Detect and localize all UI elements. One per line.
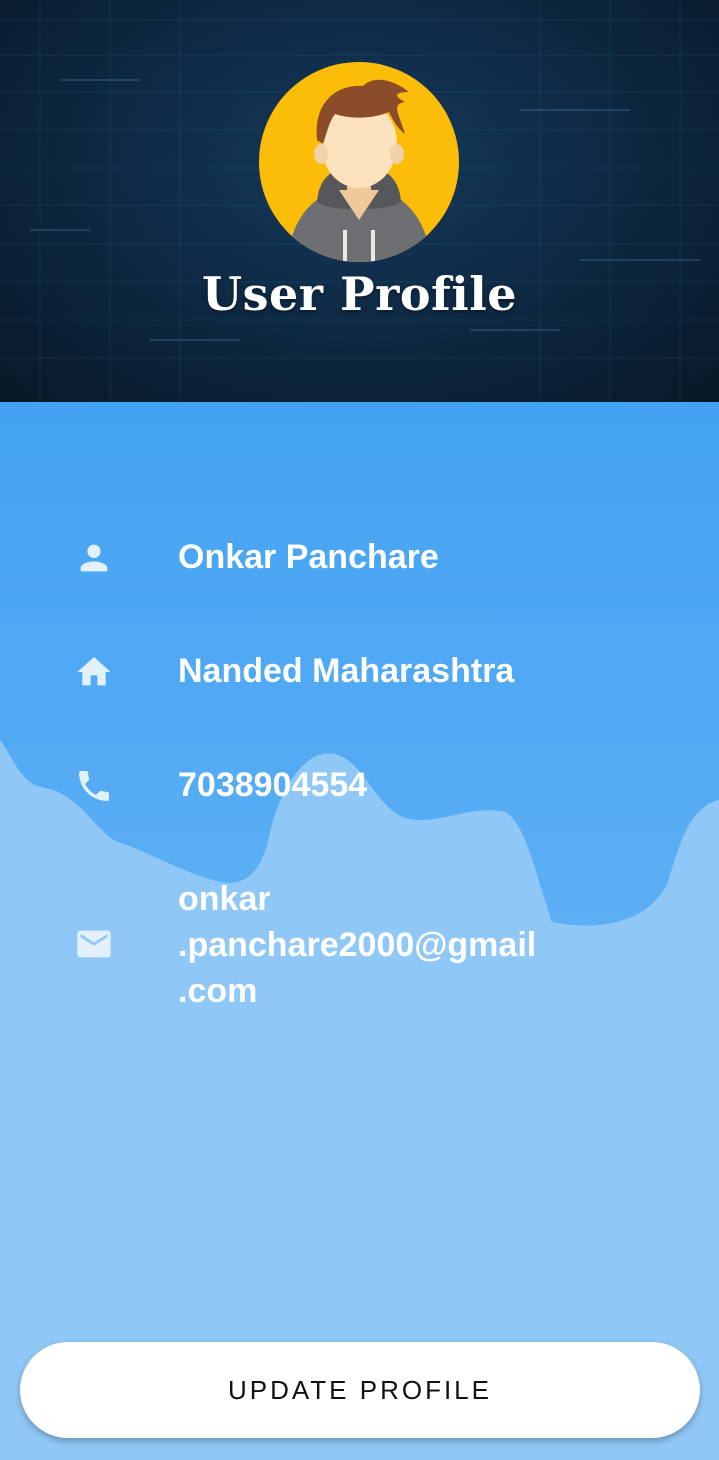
phone-icon	[79, 771, 109, 801]
email-line: .panchare2000@gmail	[178, 926, 537, 964]
name-row: Onkar Panchare	[0, 530, 719, 586]
address-row: Nanded Maharashtra	[0, 644, 719, 700]
user-address: Nanded Maharashtra	[178, 652, 515, 690]
mail-icon	[77, 930, 111, 958]
email-row: onkar .panchare2000@gmail .com	[0, 876, 719, 1024]
email-line: onkar	[178, 880, 271, 918]
person-icon	[80, 544, 108, 572]
update-profile-label: UPDATE PROFILE	[227, 1374, 492, 1405]
phone-row: 7038904554	[0, 758, 719, 814]
avatar	[259, 62, 459, 262]
profile-details: Onkar Panchare Nanded Maharashtra 703890…	[0, 402, 719, 1460]
update-profile-button[interactable]: UPDATE PROFILE	[20, 1342, 700, 1438]
page-title: User Profile	[201, 267, 518, 321]
user-name: Onkar Panchare	[178, 538, 439, 576]
home-icon	[77, 657, 111, 686]
user-email: onkar .panchare2000@gmail .com	[178, 876, 598, 1014]
email-line: .com	[178, 972, 258, 1010]
user-phone: 7038904554	[178, 766, 368, 804]
profile-header: User Profile	[0, 0, 719, 402]
